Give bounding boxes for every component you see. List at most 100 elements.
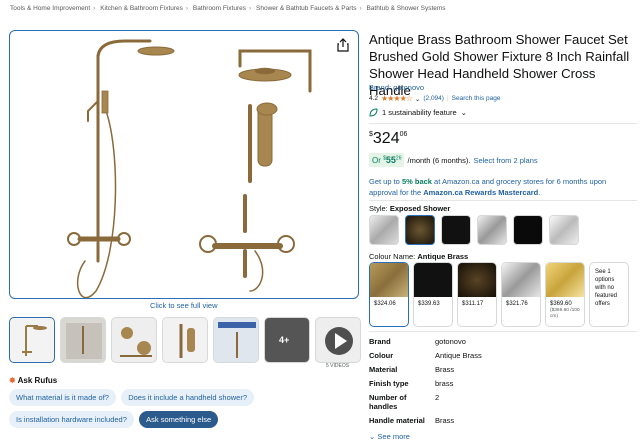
spec-row: Finish type brass bbox=[369, 379, 637, 388]
rating-value: 4.2 bbox=[369, 95, 379, 102]
thumbnail-handheld-image bbox=[179, 324, 195, 358]
monthly-suffix: /month (6 months). bbox=[407, 155, 471, 165]
select-plans-link[interactable]: Select from 2 plans bbox=[473, 156, 537, 165]
search-this-page-link[interactable]: Search this page bbox=[452, 95, 501, 102]
brand-link[interactable]: Brand: gotonovo bbox=[369, 83, 424, 92]
spec-value: Antique Brass bbox=[435, 351, 482, 360]
monthly-fraction: 26 bbox=[395, 155, 402, 162]
colour-option[interactable]: $311.17 bbox=[457, 262, 497, 327]
breadcrumb-item[interactable]: Bathroom Fixtures bbox=[193, 5, 246, 12]
colour-option-selected[interactable]: $324.06 bbox=[369, 262, 409, 327]
spec-row: Handle material Brass bbox=[369, 416, 637, 425]
colour-price: $369.60 bbox=[550, 301, 572, 307]
colour-option[interactable]: $339.63 bbox=[413, 262, 453, 327]
thumbnail-parts-image bbox=[120, 327, 152, 357]
style-key: Style: bbox=[369, 204, 390, 213]
promo-text: Get up to bbox=[369, 177, 402, 186]
rewards-promo[interactable]: Get up to 5% back at Amazon.ca and groce… bbox=[369, 176, 637, 198]
thumbnail-more-label: 4+ bbox=[279, 335, 290, 345]
spec-key: Material bbox=[369, 365, 398, 374]
thumbnail-bathroom-image bbox=[66, 323, 102, 359]
breadcrumb-item[interactable]: Shower & Bathtub Faucets & Parts bbox=[256, 5, 356, 12]
divider bbox=[369, 123, 637, 124]
style-swatch[interactable] bbox=[441, 215, 471, 245]
colour-value: Antique Brass bbox=[417, 252, 469, 261]
style-swatch[interactable] bbox=[549, 215, 579, 245]
colour-more-options[interactable]: See 1 options with no featured offers bbox=[589, 262, 629, 327]
breadcrumb-sep: › bbox=[93, 5, 96, 12]
colour-option[interactable]: $369.60 ($369.60 /100 cm) bbox=[545, 262, 585, 327]
chevron-down-icon: ⌄ bbox=[369, 432, 376, 441]
reviews-count-link[interactable]: (2,094) bbox=[423, 95, 444, 102]
colour-price: $311.17 bbox=[462, 301, 484, 307]
rating-row: 4.2 ★★★★☆ ⌄ (2,094) | Search this page bbox=[369, 94, 500, 103]
colour-swatch-black bbox=[414, 263, 452, 297]
videos-label: 5 VIDEOS bbox=[326, 363, 350, 369]
shower-product-image bbox=[67, 39, 312, 298]
monthly-payment: Or $5526 /month (6 months). Select from … bbox=[369, 153, 538, 167]
monthly-whole: 55 bbox=[385, 155, 396, 165]
video-thumbnail[interactable] bbox=[315, 317, 361, 363]
rufus-chip[interactable]: What material is it made of? bbox=[9, 389, 116, 406]
colour-swatch-chrome bbox=[502, 263, 540, 297]
rufus-header: ✸ Ask Rufus bbox=[9, 376, 57, 385]
share-icon[interactable] bbox=[336, 38, 350, 52]
spec-value: brass bbox=[435, 379, 454, 388]
rufus-chip[interactable]: Does it include a handheld shower? bbox=[121, 389, 255, 406]
style-swatch[interactable] bbox=[477, 215, 507, 245]
spec-key: Number of handles bbox=[369, 393, 407, 411]
style-swatch[interactable] bbox=[513, 215, 543, 245]
star-rating[interactable]: ★★★★☆ bbox=[381, 94, 413, 103]
thumbnail-features-image bbox=[218, 322, 256, 358]
colour-price: $321.76 bbox=[506, 301, 528, 307]
divider: | bbox=[446, 95, 449, 102]
thumbnail-more[interactable]: 4+ bbox=[264, 317, 310, 363]
monthly-price-badge: Or $5526 bbox=[369, 153, 405, 167]
see-more-link[interactable]: ⌄ See more bbox=[369, 432, 410, 441]
promo-card-name: Amazon.ca Rewards Mastercard bbox=[423, 188, 539, 197]
chevron-down-icon: ⌄ bbox=[460, 108, 467, 117]
breadcrumb-item[interactable]: Bathtub & Shower Systems bbox=[366, 5, 445, 12]
colour-label: Colour Name: Antique Brass bbox=[369, 252, 468, 261]
rufus-icon: ✸ bbox=[9, 376, 16, 385]
breadcrumb-sep: › bbox=[359, 5, 362, 12]
rufus-title: Ask Rufus bbox=[17, 376, 58, 385]
colour-unit-price: ($369.60 /100 cm) bbox=[550, 308, 580, 319]
click-full-view-link[interactable]: Click to see full view bbox=[150, 301, 218, 310]
spec-key: Finish type bbox=[369, 379, 409, 388]
play-icon bbox=[325, 327, 353, 355]
thumbnail-image[interactable] bbox=[111, 317, 157, 363]
colour-swatch-gold bbox=[546, 263, 584, 297]
breadcrumb-item[interactable]: Kitchen & Bathroom Fixtures bbox=[100, 5, 183, 12]
promo-highlight: 5% back bbox=[401, 177, 432, 186]
see-more-label: See more bbox=[377, 432, 410, 441]
breadcrumb-sep: › bbox=[185, 5, 189, 12]
chevron-down-icon[interactable]: ⌄ bbox=[415, 95, 420, 103]
colour-swatch-bronze bbox=[458, 263, 496, 297]
ask-something-else-button[interactable]: Ask something else bbox=[139, 411, 219, 428]
thumbnail-strip: 4+ bbox=[9, 317, 361, 363]
spec-row: Colour Antique Brass bbox=[369, 351, 637, 360]
style-swatches bbox=[369, 215, 579, 245]
rufus-chip[interactable]: Is installation hardware included? bbox=[9, 411, 134, 428]
breadcrumb: Tools & Home Improvement › Kitchen & Bath… bbox=[10, 5, 446, 12]
colour-swatch-antique-brass bbox=[370, 263, 408, 297]
style-swatch[interactable] bbox=[369, 215, 399, 245]
sustainability-row[interactable]: 1 sustainability feature ⌄ bbox=[369, 108, 467, 117]
spec-row: Number of handles 2 bbox=[369, 393, 637, 411]
thumbnail-image[interactable] bbox=[213, 317, 259, 363]
thumbnail-image[interactable] bbox=[60, 317, 106, 363]
monthly-prefix: Or bbox=[372, 156, 381, 165]
style-swatch-selected[interactable] bbox=[405, 215, 435, 245]
breadcrumb-sep: › bbox=[249, 5, 252, 12]
colour-option[interactable]: $321.76 bbox=[501, 262, 541, 327]
breadcrumb-item[interactable]: Tools & Home Improvement bbox=[10, 5, 90, 12]
thumbnail-image[interactable] bbox=[162, 317, 208, 363]
colour-price: $324.06 bbox=[374, 301, 396, 307]
sustainability-leaf-icon bbox=[369, 108, 378, 117]
spec-value: Brass bbox=[435, 365, 455, 374]
colour-price: $339.63 bbox=[418, 301, 440, 307]
main-product-image[interactable] bbox=[9, 30, 359, 299]
thumbnail-image[interactable] bbox=[9, 317, 55, 363]
spec-table: Brand gotonovo Colour Antique Brass Materi… bbox=[369, 337, 637, 430]
